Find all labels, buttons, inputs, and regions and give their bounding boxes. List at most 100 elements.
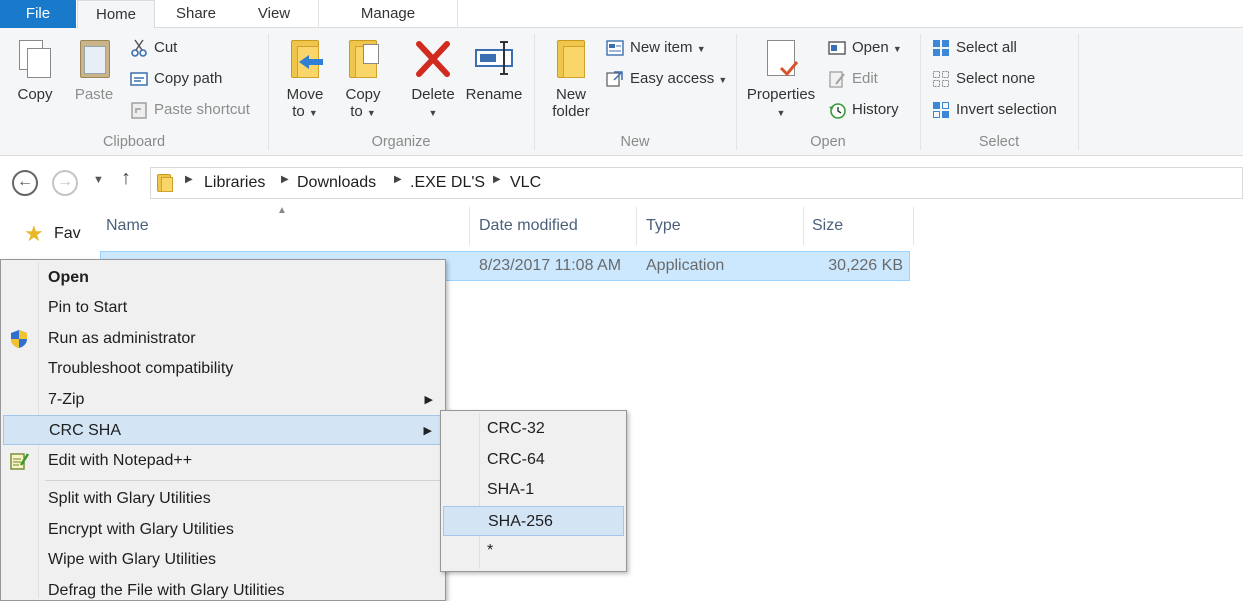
up-arrow-icon: ↑	[121, 167, 131, 189]
submenu-arrow-icon: ▶	[424, 394, 433, 406]
menu-divider	[45, 480, 441, 481]
select-all-icon	[932, 39, 950, 57]
submenu-item-all[interactable]: *	[443, 536, 624, 566]
recent-locations-chevron-icon[interactable]: ▼	[93, 174, 104, 186]
breadcrumb-separator-icon[interactable]: ▶	[281, 174, 289, 185]
history-icon	[828, 101, 846, 119]
menu-item-7-zip[interactable]: 7-Zip ▶	[3, 385, 443, 415]
new-folder-button[interactable]: New folder	[546, 36, 596, 120]
move-to-button[interactable]: Move to ▼	[280, 36, 330, 122]
cut-label: Cut	[154, 39, 178, 56]
move-to-icon	[285, 36, 325, 82]
up-button[interactable]: ↑	[121, 167, 131, 190]
copy-path-icon	[130, 70, 148, 88]
navigation-bar: ← → ▼ ↑ ▶ Libraries ▶ Downloads ▶ .EXE D…	[0, 160, 1243, 204]
tab-share[interactable]: Share	[160, 0, 232, 28]
delete-button[interactable]: Delete ▼	[406, 36, 460, 122]
column-header-type[interactable]: Type	[642, 207, 804, 245]
history-label: History	[852, 101, 899, 118]
paste-button[interactable]: Paste	[68, 36, 120, 103]
menu-item-run-as-administrator[interactable]: Run as administrator	[3, 324, 443, 354]
copy-button[interactable]: Copy	[10, 36, 60, 103]
submenu-item-sha-1[interactable]: SHA-1	[443, 475, 624, 505]
menu-item-pin-to-start[interactable]: Pin to Start	[3, 293, 443, 323]
shield-icon	[9, 329, 29, 349]
breadcrumb-separator-icon[interactable]: ▶	[394, 174, 402, 185]
invert-selection-icon	[932, 101, 950, 119]
select-all-label: Select all	[956, 39, 1017, 56]
tab-file[interactable]: File	[0, 0, 76, 28]
open-label: Open ▼	[852, 39, 902, 56]
properties-label: Properties ▼	[746, 86, 816, 118]
copy-to-button[interactable]: Copy to ▼	[338, 36, 388, 122]
paste-icon	[74, 36, 114, 82]
column-header-size[interactable]: Size	[808, 207, 914, 245]
copy-icon	[15, 36, 55, 82]
tab-home[interactable]: Home	[77, 0, 155, 29]
group-divider	[534, 34, 535, 150]
delete-x-icon	[413, 36, 453, 82]
breadcrumb-separator-icon[interactable]: ▶	[185, 174, 193, 185]
breadcrumb-exe-dls[interactable]: .EXE DL'S	[410, 173, 485, 193]
menu-item-defrag-with-glary-utilities[interactable]: Defrag the File with Glary Utilities	[3, 576, 443, 601]
new-group-label: New	[620, 134, 650, 150]
properties-icon	[761, 36, 801, 82]
rename-label: Rename	[465, 86, 523, 103]
copy-to-icon	[343, 36, 383, 82]
menu-item-troubleshoot-compatibility[interactable]: Troubleshoot compatibility	[3, 354, 443, 384]
forward-button[interactable]: →	[52, 170, 78, 196]
column-header-name[interactable]: Name	[102, 207, 470, 245]
edit-label: Edit	[852, 70, 878, 87]
tab-manage[interactable]: Manage	[318, 0, 458, 28]
address-bar[interactable]: ▶ Libraries ▶ Downloads ▶ .EXE DL'S ▶ VL…	[150, 167, 1243, 199]
menu-item-edit-with-notepad-plus-plus[interactable]: Edit with Notepad++	[3, 446, 443, 476]
edit-icon	[828, 70, 846, 88]
submenu-arrow-icon: ▶	[423, 425, 432, 437]
submenu-item-crc-32[interactable]: CRC-32	[443, 414, 624, 444]
notepad-icon	[9, 451, 30, 471]
properties-button[interactable]: Properties ▼	[742, 36, 820, 122]
breadcrumb-vlc[interactable]: VLC	[510, 173, 541, 193]
breadcrumb-libraries[interactable]: Libraries	[204, 173, 265, 193]
rename-button[interactable]: Rename	[464, 36, 524, 103]
easy-access-icon	[606, 70, 624, 88]
group-divider	[736, 34, 737, 150]
file-size: 30,226 KB	[828, 257, 903, 274]
open-icon	[828, 39, 846, 57]
ribbon-tab-bar: File Home Share View Manage	[0, 0, 1243, 29]
new-item-icon	[606, 39, 624, 57]
forward-arrow-icon: →	[57, 173, 73, 190]
breadcrumb-separator-icon[interactable]: ▶	[493, 174, 501, 185]
favorites-label: Fav	[54, 225, 81, 242]
submenu-item-sha-256[interactable]: SHA-256	[443, 506, 624, 536]
folder-icon	[551, 36, 591, 82]
ribbon: Copy Paste Cut Copy path Paste shortcut …	[0, 28, 1243, 156]
file-type: Application	[646, 257, 725, 274]
delete-label: Delete ▼	[411, 86, 455, 118]
breadcrumb-downloads[interactable]: Downloads	[297, 173, 376, 193]
menu-item-open[interactable]: Open	[3, 263, 443, 293]
folder-icon	[157, 174, 177, 192]
star-icon: ★	[24, 221, 44, 246]
paste-label: Paste	[74, 86, 114, 103]
menu-item-encrypt-with-glary-utilities[interactable]: Encrypt with Glary Utilities	[3, 515, 443, 545]
new-folder-label: New folder	[552, 86, 590, 120]
select-group-label: Select	[978, 134, 1020, 150]
new-item-label: New item ▼	[630, 39, 706, 56]
back-arrow-icon: ←	[17, 173, 33, 190]
rename-icon	[474, 36, 514, 82]
tab-view[interactable]: View	[240, 0, 308, 28]
paste-shortcut-icon	[130, 101, 148, 119]
select-none-icon	[932, 70, 950, 88]
menu-item-crc-sha[interactable]: CRC SHA ▶	[3, 415, 443, 445]
easy-access-label: Easy access ▼	[630, 70, 728, 87]
column-header-date-modified[interactable]: Date modified	[475, 207, 637, 245]
back-button[interactable]: ←	[12, 170, 38, 196]
move-to-label: Move to ▼	[286, 86, 324, 120]
menu-item-wipe-with-glary-utilities[interactable]: Wipe with Glary Utilities	[3, 545, 443, 575]
menu-item-split-with-glary-utilities[interactable]: Split with Glary Utilities	[3, 484, 443, 514]
submenu-item-crc-64[interactable]: CRC-64	[443, 445, 624, 475]
paste-shortcut-label: Paste shortcut	[154, 101, 250, 118]
group-divider	[1078, 34, 1079, 150]
file-date-modified: 8/23/2017 11:08 AM	[479, 257, 622, 274]
